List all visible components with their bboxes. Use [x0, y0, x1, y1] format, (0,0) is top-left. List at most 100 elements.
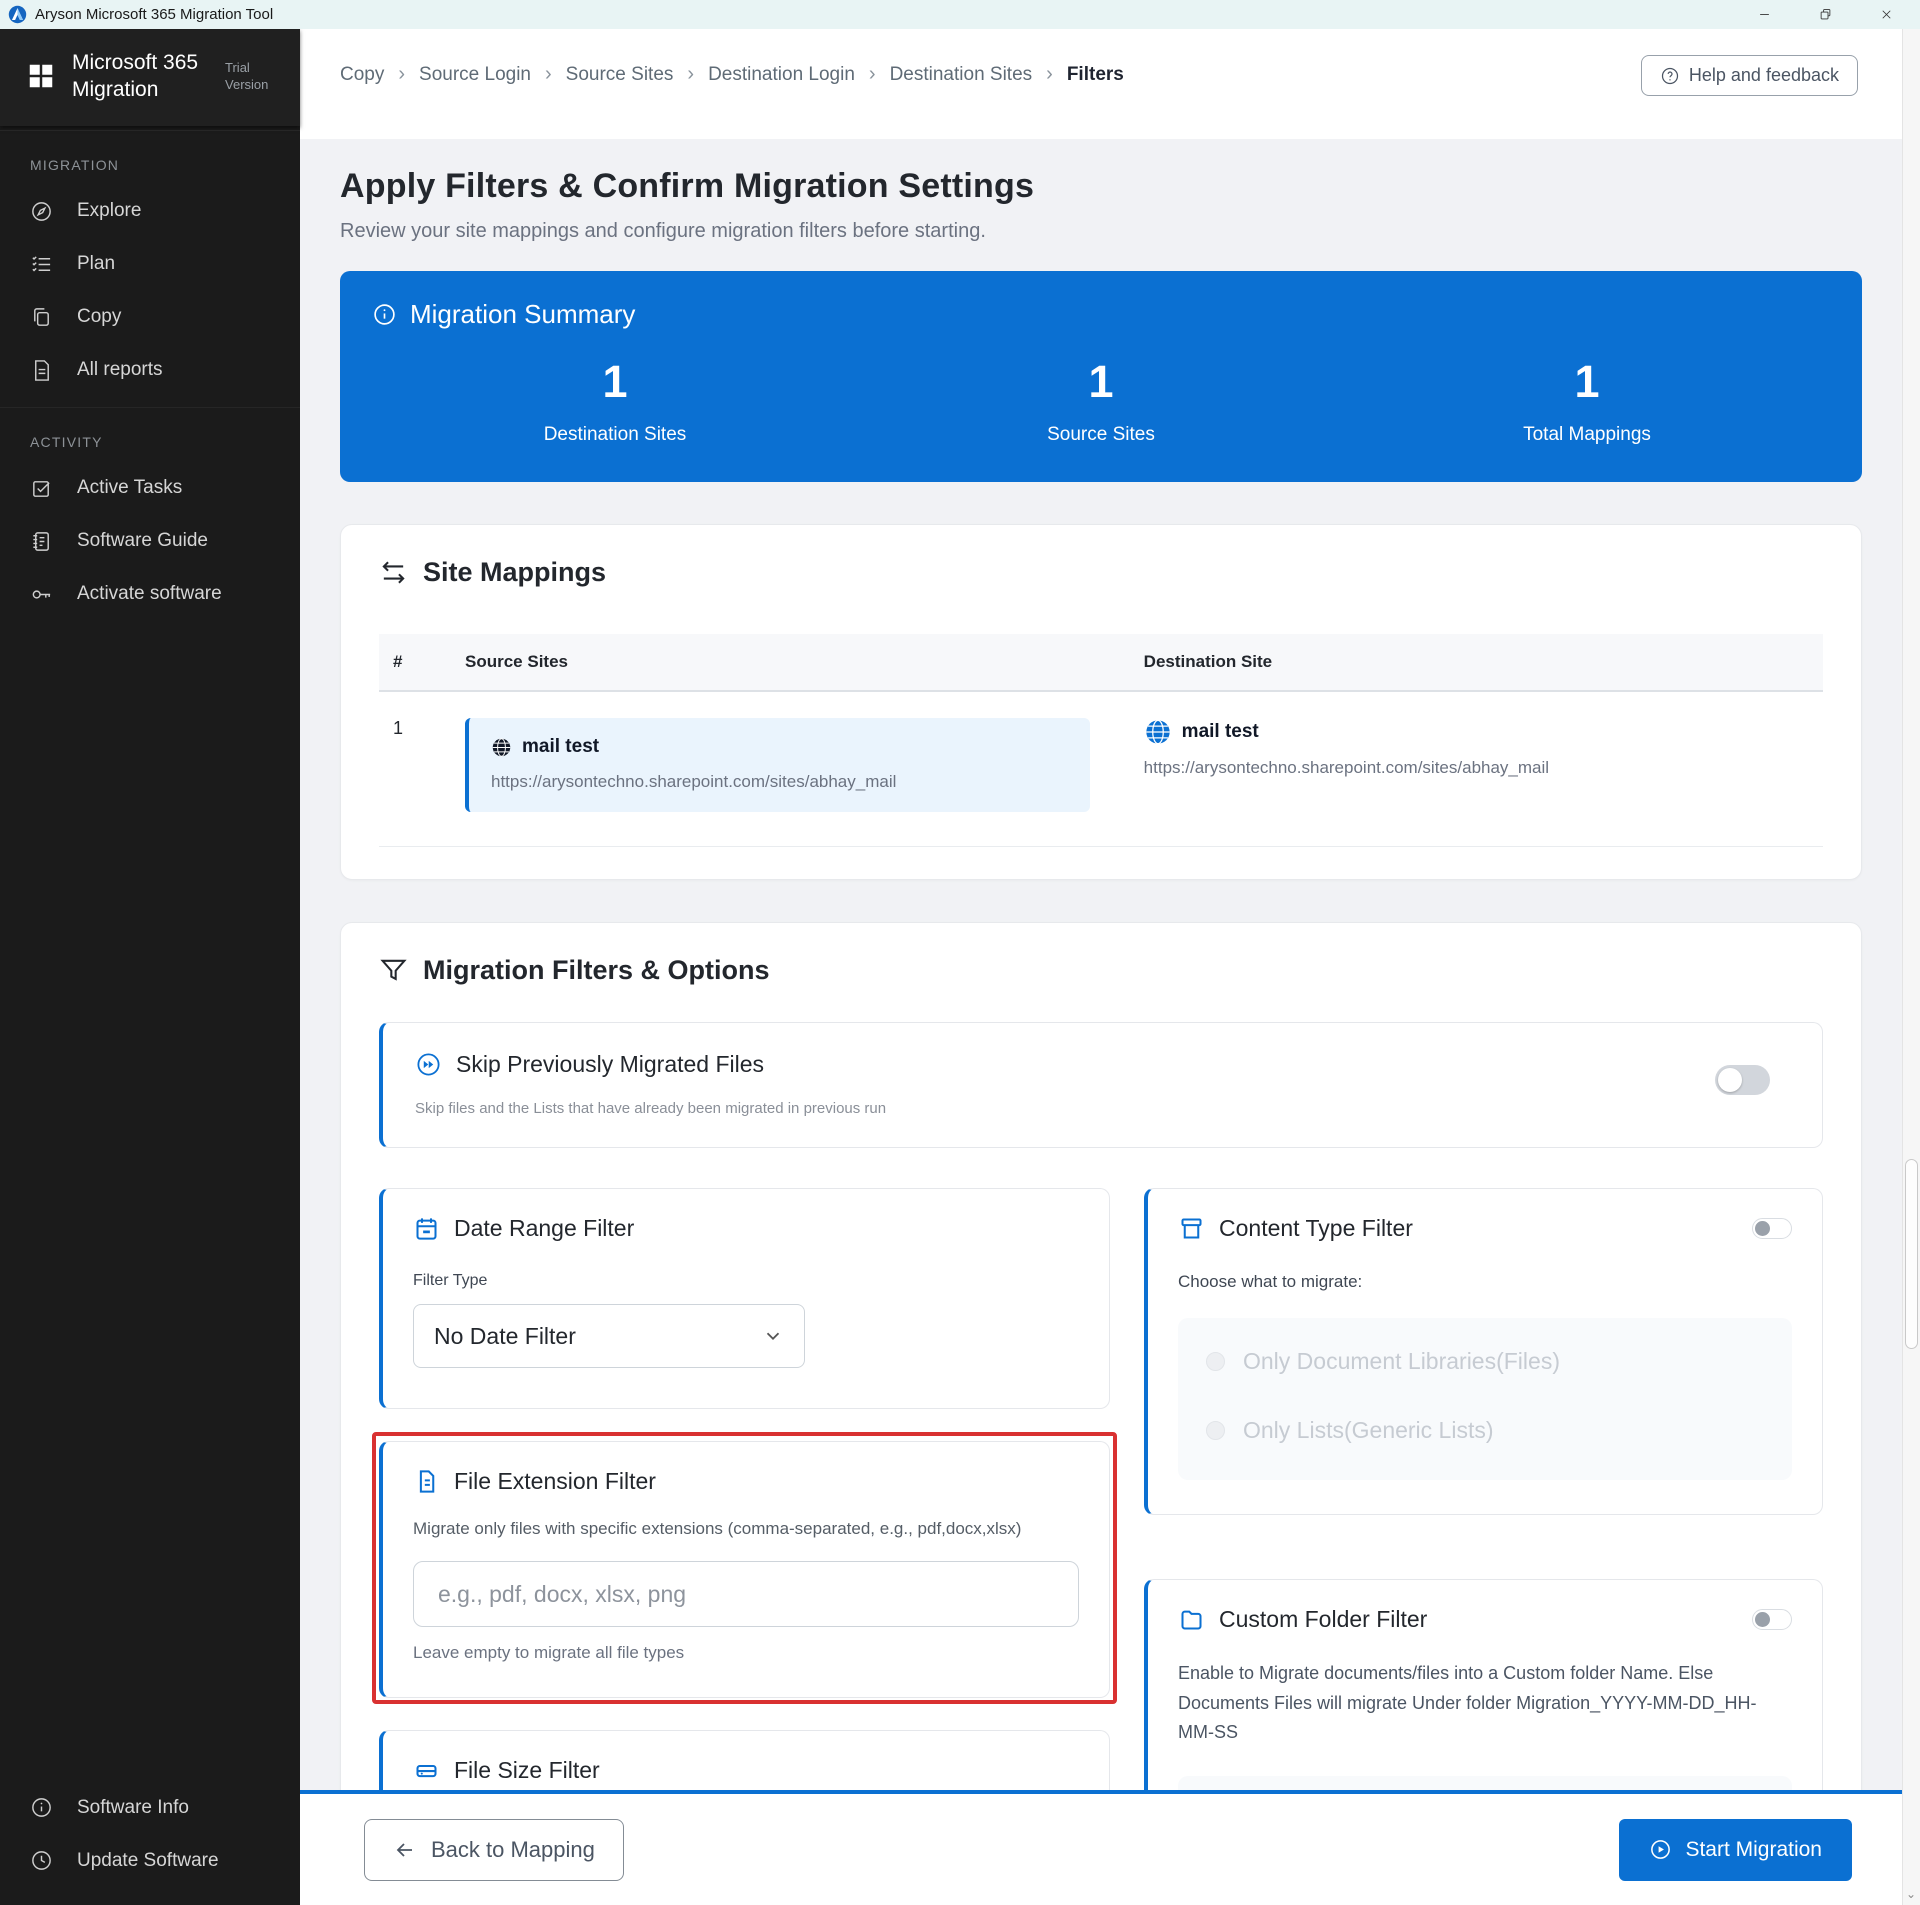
back-to-mapping-button[interactable]: Back to Mapping — [364, 1819, 624, 1881]
page-subtitle: Review your site mappings and configure … — [340, 220, 1862, 243]
content-type-filter-card: Content Type Filter Choose what to migra… — [1144, 1188, 1823, 1515]
stat-label: Source Sites — [858, 424, 1344, 446]
page-title: Apply Filters & Confirm Migration Settin… — [340, 167, 1862, 206]
migration-summary-banner: Migration Summary 1 Destination Sites 1 … — [340, 271, 1862, 482]
sidebar-item-update-software[interactable]: Update Software — [0, 1834, 300, 1887]
source-site-name: mail test — [522, 736, 599, 758]
migration-filters-card: Migration Filters & Options Skip Previou… — [340, 922, 1862, 1790]
scrollbar-down-arrow[interactable]: ⌄ — [1906, 1887, 1916, 1901]
sidebar-item-label: All reports — [77, 359, 163, 381]
sidebar-item-explore[interactable]: Explore — [0, 185, 300, 238]
content-type-options: Only Document Libraries(Files) Only List… — [1178, 1318, 1792, 1480]
sidebar-item-software-guide[interactable]: Software Guide — [0, 515, 300, 568]
date-range-filter-card: Date Range Filter Filter Type No Date Fi… — [379, 1188, 1110, 1409]
skip-forward-icon — [415, 1051, 442, 1078]
skip-migrated-card: Skip Previously Migrated Files Skip file… — [379, 1022, 1823, 1148]
sidebar-item-all-reports[interactable]: All reports — [0, 344, 300, 397]
summary-title: Migration Summary — [410, 299, 635, 330]
destination-site-url: https://arysontechno.sharepoint.com/site… — [1144, 758, 1809, 778]
calendar-icon — [413, 1215, 440, 1242]
file-text-icon — [413, 1468, 440, 1495]
task-check-icon — [30, 477, 53, 500]
stat-total-mappings: 1 Total Mappings — [1344, 356, 1830, 446]
start-migration-button[interactable]: Start Migration — [1619, 1819, 1852, 1881]
breadcrumb-filters: Filters — [1067, 64, 1124, 86]
back-button-label: Back to Mapping — [431, 1837, 595, 1863]
filters-title: Migration Filters & Options — [423, 955, 770, 986]
table-row: 1 mail test https://arysontechno.sharepo… — [379, 691, 1823, 847]
scrollbar-track[interactable]: ⌄ — [1902, 29, 1920, 1905]
help-feedback-button[interactable]: Help and feedback — [1641, 55, 1858, 96]
sidebar-item-active-tasks[interactable]: Active Tasks — [0, 462, 300, 515]
sidebar-item-label: Activate software — [77, 583, 222, 605]
row-index: 1 — [379, 691, 451, 847]
content-type-toggle[interactable] — [1752, 1218, 1792, 1239]
globe-icon — [491, 737, 512, 758]
sidebar-item-label: Software Guide — [77, 530, 208, 552]
site-mappings-card: Site Mappings # Source Sites Destination… — [340, 524, 1862, 880]
sidebar-item-label: Active Tasks — [77, 477, 182, 499]
notebook-icon — [30, 530, 53, 553]
sidebar-section-activity: ACTIVITY — [0, 407, 300, 462]
sidebar-item-software-info[interactable]: Software Info — [0, 1781, 300, 1834]
radio-option-generic-lists[interactable]: Only Lists(Generic Lists) — [1206, 1417, 1764, 1444]
chevron-right-icon: › — [687, 63, 694, 86]
skip-migrated-toggle[interactable] — [1715, 1065, 1770, 1095]
breadcrumb-destination-login[interactable]: Destination Login — [708, 64, 855, 86]
restore-button[interactable] — [1818, 7, 1833, 22]
custom-folder-filter-card: Custom Folder Filter Enable to Migrate d… — [1144, 1579, 1823, 1790]
stat-label: Destination Sites — [372, 424, 858, 446]
radio-option-document-libraries[interactable]: Only Document Libraries(Files) — [1206, 1348, 1764, 1375]
chevron-right-icon: › — [398, 63, 405, 86]
footer-action-bar: Back to Mapping Start Migration — [300, 1790, 1902, 1905]
folder-icon — [1178, 1606, 1205, 1633]
file-extension-input[interactable] — [413, 1561, 1079, 1627]
breadcrumb-source-sites[interactable]: Source Sites — [566, 64, 674, 86]
custom-folder-input-box — [1178, 1776, 1792, 1790]
stat-label: Total Mappings — [1344, 424, 1830, 446]
stat-value: 1 — [858, 356, 1344, 408]
sidebar-item-label: Update Software — [77, 1850, 219, 1872]
destination-site-name: mail test — [1182, 721, 1259, 743]
site-mappings-table: # Source Sites Destination Site 1 mail t… — [379, 634, 1823, 847]
drive-icon — [413, 1757, 440, 1784]
sidebar: Microsoft 365 Migration Trial Version MI… — [0, 29, 300, 1905]
sidebar-item-activate-software[interactable]: Activate software — [0, 568, 300, 621]
breadcrumb-destination-sites[interactable]: Destination Sites — [890, 64, 1033, 86]
date-filter-select[interactable]: No Date Filter — [413, 1304, 805, 1368]
archive-box-icon — [1178, 1215, 1205, 1242]
column-index: # — [379, 634, 451, 691]
content-type-title: Content Type Filter — [1219, 1215, 1413, 1242]
chevron-right-icon: › — [545, 63, 552, 86]
compass-icon — [30, 200, 53, 223]
source-site-chip[interactable]: mail test https://arysontechno.sharepoin… — [465, 718, 1090, 812]
list-icon — [30, 253, 53, 276]
column-destination-site: Destination Site — [1130, 634, 1823, 691]
key-icon — [30, 583, 53, 606]
minimize-button[interactable] — [1757, 7, 1772, 22]
stat-value: 1 — [372, 356, 858, 408]
funnel-icon — [379, 956, 408, 985]
chevron-right-icon: › — [869, 63, 876, 86]
main-area: Copy › Source Login › Source Sites › Destin… — [300, 29, 1902, 1905]
date-filter-value: No Date Filter — [434, 1323, 576, 1350]
custom-folder-toggle[interactable] — [1752, 1609, 1792, 1630]
topbar: Copy › Source Login › Source Sites › Destin… — [300, 29, 1902, 139]
sidebar-item-copy[interactable]: Copy — [0, 291, 300, 344]
ms-grid-icon — [26, 61, 56, 91]
arrow-left-icon — [393, 1838, 417, 1862]
file-extension-filter-card: File Extension Filter Migrate only files… — [379, 1441, 1110, 1698]
app-logo-icon — [8, 5, 27, 24]
sidebar-item-label: Software Info — [77, 1797, 189, 1819]
breadcrumb-copy[interactable]: Copy — [340, 64, 384, 86]
page-content: Apply Filters & Confirm Migration Settin… — [300, 139, 1902, 1790]
report-icon — [30, 359, 53, 382]
scrollbar-thumb[interactable] — [1905, 1159, 1918, 1349]
site-mappings-title: Site Mappings — [423, 557, 606, 588]
app-title: Microsoft 365 Migration — [72, 49, 209, 104]
help-feedback-label: Help and feedback — [1689, 65, 1839, 86]
sidebar-item-plan[interactable]: Plan — [0, 238, 300, 291]
breadcrumb-source-login[interactable]: Source Login — [419, 64, 531, 86]
close-button[interactable] — [1879, 7, 1894, 22]
chevron-right-icon: › — [1046, 63, 1053, 86]
